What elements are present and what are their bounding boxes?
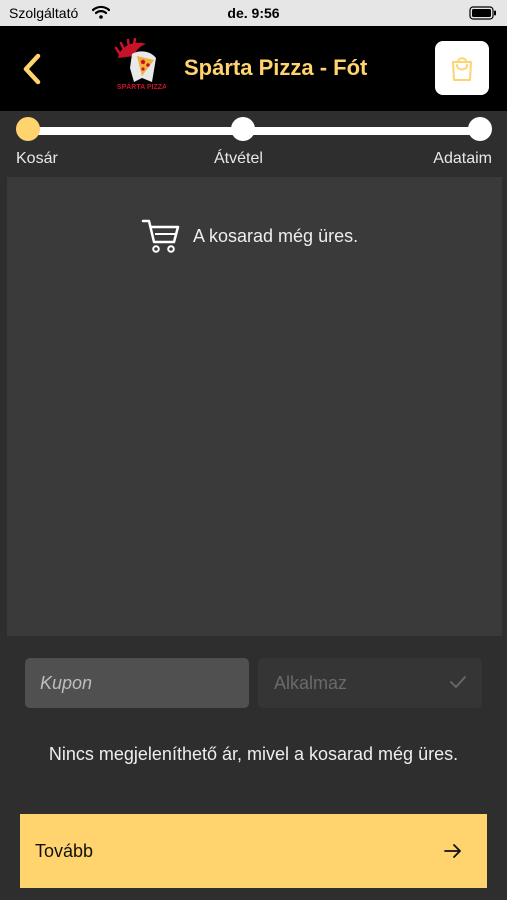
chevron-left-icon (23, 53, 41, 85)
status-time: de. 9:56 (227, 5, 280, 21)
shopping-bag-icon (452, 57, 472, 81)
checkout-footer: Alkalmaz Nincs megjeleníthető ár, mivel … (0, 636, 507, 900)
cart-items-panel: A kosarad még üres. (7, 177, 502, 636)
next-button-label: Tovább (35, 841, 94, 861)
step-dot-pickup[interactable] (231, 117, 255, 141)
restaurant-title: Spárta Pizza - Fót (184, 55, 368, 80)
brand-logo-icon: SPÁRTA PIZZA (114, 38, 166, 91)
status-bar: Szolgáltató de. 9:56 (0, 0, 507, 26)
back-button[interactable] (16, 50, 50, 88)
empty-cart-text: A kosarad még üres. (193, 225, 359, 246)
battery-icon (469, 6, 496, 20)
apply-coupon-label: Alkalmaz (274, 673, 348, 693)
coupon-input[interactable] (25, 658, 249, 708)
arrow-right-icon (444, 844, 461, 858)
step-dot-details[interactable] (468, 117, 492, 141)
checkout-stepper: Kosár Átvétel Adataim (0, 111, 507, 177)
next-button[interactable]: Tovább (20, 814, 487, 888)
cart-button[interactable] (435, 41, 489, 95)
apply-coupon-button[interactable]: Alkalmaz (258, 658, 482, 708)
checkmark-icon (450, 676, 466, 688)
step-label-cart[interactable]: Kosár (16, 150, 58, 168)
price-note: Nincs megjeleníthető ár, mivel a kosarad… (48, 744, 459, 764)
step-dot-cart[interactable] (16, 117, 40, 141)
app-header: SPÁRTA PIZZA Spárta Pizza - Fót (0, 26, 507, 111)
logo-text: SPÁRTA PIZZA (117, 82, 166, 91)
empty-cart-message: A kosarad még üres. (141, 217, 358, 255)
step-label-pickup[interactable]: Átvétel (214, 150, 263, 168)
step-label-details[interactable]: Adataim (433, 150, 492, 168)
shopping-cart-icon (141, 219, 180, 253)
